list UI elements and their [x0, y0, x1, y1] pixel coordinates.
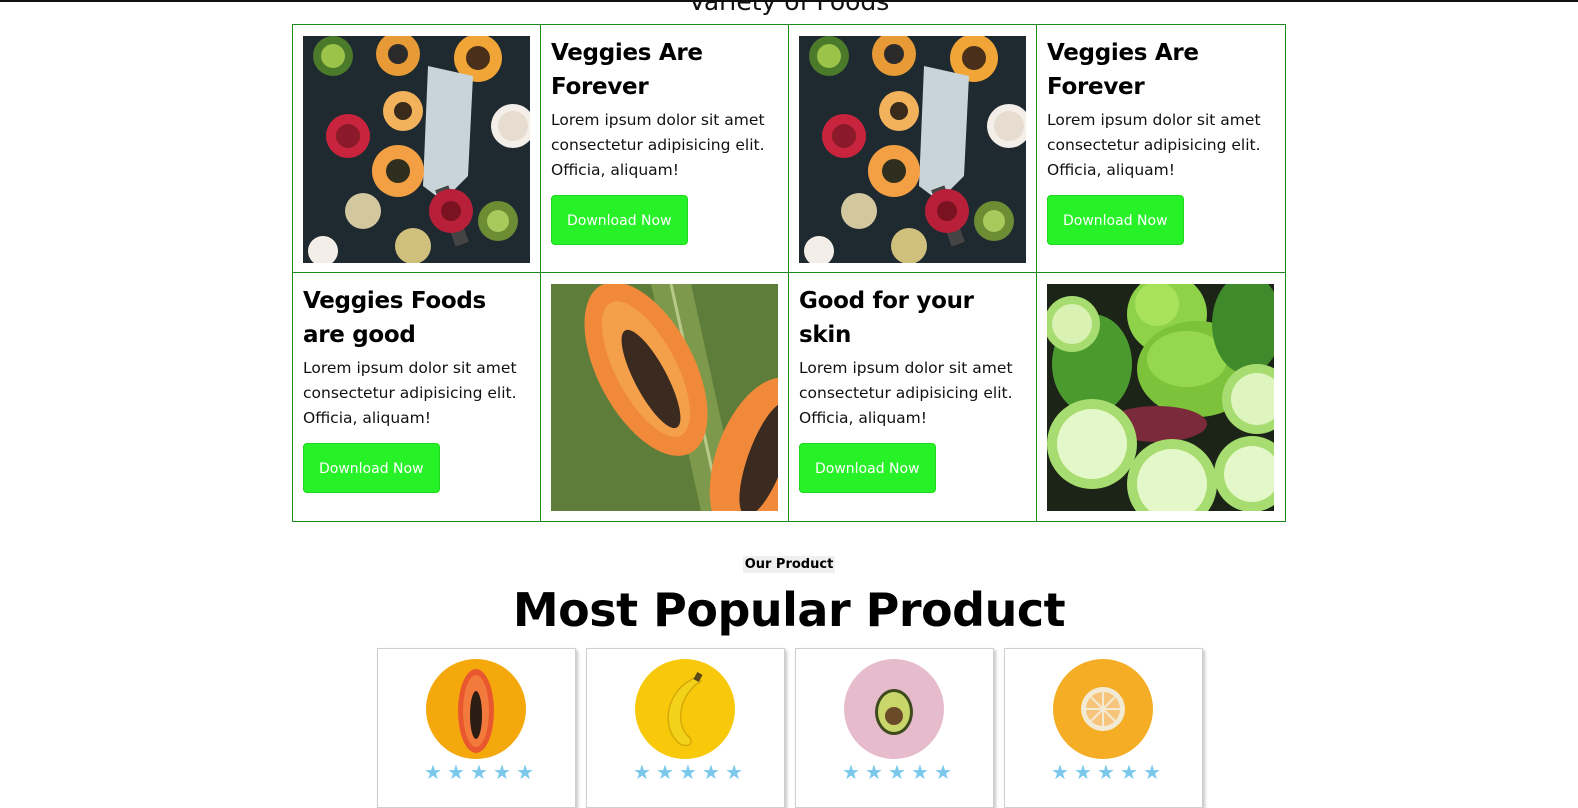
star-icon: ★	[1097, 760, 1115, 784]
card-body: Lorem ipsum dolor sit amet consectetur a…	[1047, 111, 1261, 179]
star-icon: ★	[842, 760, 860, 784]
product-card-banana[interactable]: ★ ★ ★ ★ ★	[586, 648, 785, 808]
product-card-avocado[interactable]: ★ ★ ★ ★ ★	[795, 648, 994, 808]
star-icon: ★	[516, 760, 534, 784]
star-icon: ★	[725, 760, 743, 784]
star-icon: ★	[424, 760, 442, 784]
card-title: Veggies Are Forever	[551, 40, 703, 100]
download-now-button[interactable]: Download Now	[799, 443, 936, 493]
grid-cell-card-2: Veggies Are Forever Lorem ipsum dolor si…	[1037, 25, 1285, 273]
card-title: Good for your skin	[799, 288, 974, 348]
star-icon: ★	[934, 760, 952, 784]
star-icon: ★	[888, 760, 906, 784]
product-card-papaya[interactable]: ★ ★ ★ ★ ★	[377, 648, 576, 808]
grid-cell-card-3: Veggies Foods are good Lorem ipsum dolor…	[293, 273, 541, 521]
product-list: ★ ★ ★ ★ ★ ★ ★ ★ ★ ★ ★ ★ ★ ★ ★ ★ ★ ★ ★ ★	[377, 648, 1203, 808]
grid-cell-image	[1037, 273, 1285, 521]
star-icon: ★	[447, 760, 465, 784]
star-icon: ★	[911, 760, 929, 784]
star-icon: ★	[1120, 760, 1138, 784]
grid-cell-card-4: Good for your skin Lorem ipsum dolor sit…	[789, 273, 1037, 521]
star-icon: ★	[633, 760, 651, 784]
download-now-button[interactable]: Download Now	[303, 443, 440, 493]
banana-photo	[635, 659, 735, 759]
card-body: Lorem ipsum dolor sit amet consectetur a…	[303, 359, 517, 427]
product-card-orange[interactable]: ★ ★ ★ ★ ★	[1004, 648, 1203, 808]
rating-stars: ★ ★ ★ ★ ★	[842, 762, 952, 782]
papaya-photo	[551, 284, 778, 511]
card-title: Veggies Are Forever	[1047, 40, 1199, 100]
grid-cell-image	[293, 25, 541, 273]
grid-cell-image	[541, 273, 789, 521]
product-eyebrow: Our Product	[0, 553, 1578, 573]
avocado-photo	[844, 659, 944, 759]
star-icon: ★	[493, 760, 511, 784]
fruit-platter-photo	[303, 36, 530, 263]
rating-stars: ★ ★ ★ ★ ★	[1051, 762, 1161, 782]
star-icon: ★	[702, 760, 720, 784]
products-headline: Most Popular Product	[512, 583, 1066, 637]
star-icon: ★	[679, 760, 697, 784]
star-icon: ★	[1143, 760, 1161, 784]
download-now-button[interactable]: Download Now	[1047, 195, 1184, 245]
papaya-photo	[426, 659, 526, 759]
star-icon: ★	[865, 760, 883, 784]
card-body: Lorem ipsum dolor sit amet consectetur a…	[551, 111, 765, 179]
grid-cell-image	[789, 25, 1037, 273]
star-icon: ★	[1051, 760, 1069, 784]
eyebrow-label: Our Product	[742, 556, 836, 573]
rating-stars: ★ ★ ★ ★ ★	[424, 762, 534, 782]
food-grid: Veggies Are Forever Lorem ipsum dolor si…	[292, 24, 1286, 522]
star-icon: ★	[470, 760, 488, 784]
card-title: Veggies Foods are good	[303, 288, 486, 348]
orange-photo	[1053, 659, 1153, 759]
limes-photo	[1047, 284, 1274, 511]
fruit-platter-photo	[799, 36, 1026, 263]
grid-cell-card-1: Veggies Are Forever Lorem ipsum dolor si…	[541, 25, 789, 273]
rating-stars: ★ ★ ★ ★ ★	[633, 762, 743, 782]
star-icon: ★	[1074, 760, 1092, 784]
section-title: Variety of Foods	[688, 0, 890, 16]
card-body: Lorem ipsum dolor sit amet consectetur a…	[799, 359, 1013, 427]
star-icon: ★	[656, 760, 674, 784]
download-now-button[interactable]: Download Now	[551, 195, 688, 245]
